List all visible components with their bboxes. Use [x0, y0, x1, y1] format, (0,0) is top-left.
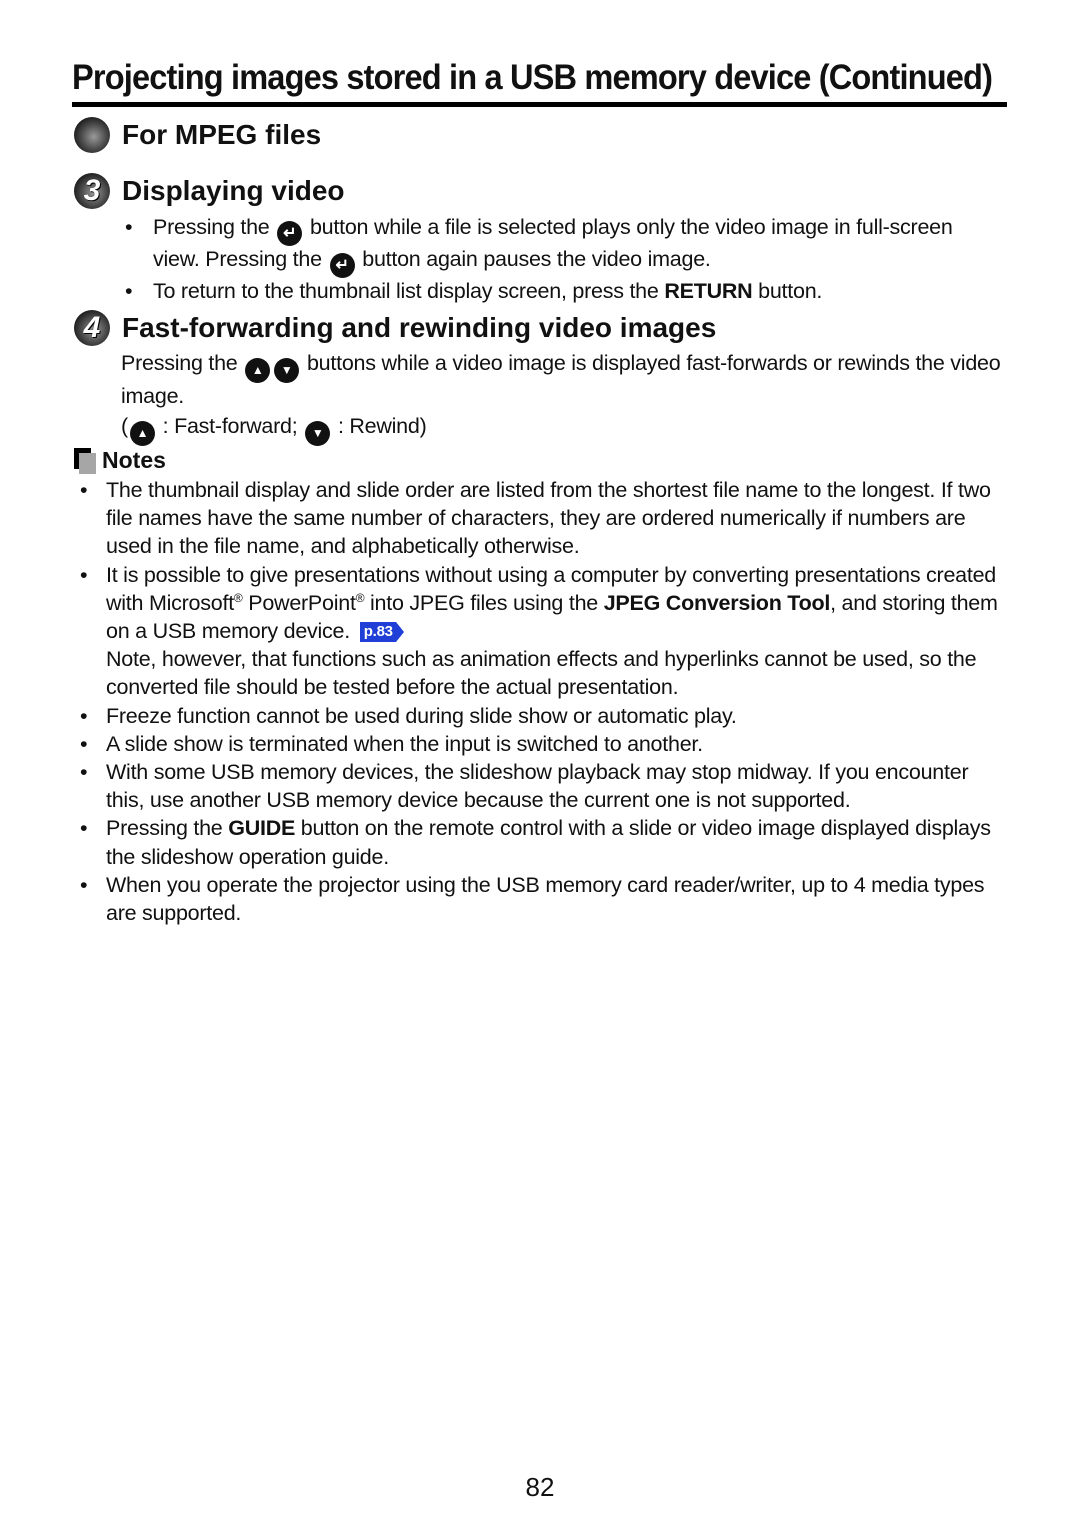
notes-icon	[74, 447, 96, 474]
title-rule	[72, 102, 1007, 107]
down-arrow-button-icon: ▼	[274, 358, 300, 383]
section-heading-mpeg: For MPEG files	[74, 117, 321, 153]
displaying-video-bullets: Pressing the ↵ button while a file is se…	[121, 214, 1001, 305]
section-heading-fast-forwarding: 4 Fast-forwarding and rewinding video im…	[74, 310, 716, 346]
section-heading-displaying-video: 3 Displaying video	[74, 173, 345, 209]
list-item: When you operate the projector using the…	[72, 871, 1012, 927]
guide-button-label: GUIDE	[228, 816, 296, 841]
notes-list: The thumbnail display and slide order ar…	[72, 476, 1012, 927]
up-arrow-button-icon: ▲	[245, 358, 271, 383]
page-title: Projecting images stored in a USB memory…	[72, 58, 993, 97]
button-legend: (▲ : Fast-forward; ▼ : Rewind)	[121, 413, 1001, 446]
list-item: Pressing the ↵ button while a file is se…	[121, 214, 1001, 278]
list-item: With some USB memory devices, the slides…	[72, 758, 1012, 814]
up-arrow-button-icon: ▲	[129, 421, 155, 446]
list-item: Pressing the GUIDE button on the remote …	[72, 814, 1012, 870]
list-item: The thumbnail display and slide order ar…	[72, 476, 1012, 561]
list-item: It is possible to give presentations wit…	[72, 561, 1012, 702]
section-ball-icon	[74, 117, 110, 153]
enter-button-icon: ↵	[329, 253, 355, 278]
page-reference-link[interactable]: p.83	[359, 622, 404, 643]
page-number: 82	[525, 1472, 555, 1502]
list-item: To return to the thumbnail list display …	[121, 278, 1001, 305]
notes-heading: Notes	[74, 447, 166, 474]
section-heading-text: Fast-forwarding and rewinding video imag…	[122, 312, 717, 343]
jpeg-conversion-tool-label: JPEG Conversion Tool	[603, 590, 831, 615]
step-number-icon: 3	[74, 173, 110, 209]
down-arrow-button-icon: ▼	[305, 421, 331, 446]
return-button-label: RETURN	[664, 279, 753, 303]
fast-forward-paragraph: Pressing the ▲ ▼ buttons while a video im…	[121, 350, 1001, 446]
step-number-icon: 4	[74, 310, 110, 346]
list-item: A slide show is terminated when the inpu…	[72, 730, 1012, 758]
section-heading-text: Displaying video	[122, 175, 345, 206]
enter-button-icon: ↵	[277, 221, 303, 246]
list-item: Freeze function cannot be used during sl…	[72, 702, 1012, 730]
section-heading-text: For MPEG files	[122, 119, 322, 150]
